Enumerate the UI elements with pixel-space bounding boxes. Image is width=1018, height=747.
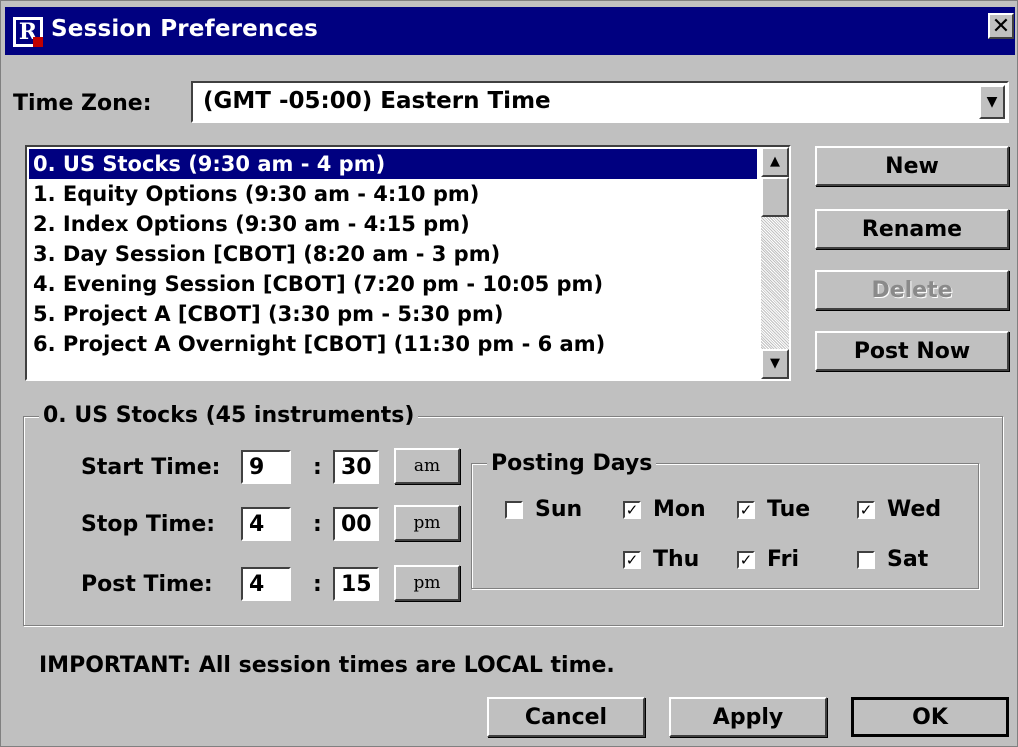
day-checkbox-sat[interactable] xyxy=(857,551,875,569)
delete-button[interactable]: Delete xyxy=(815,270,1009,310)
time-zone-label: Time Zone: xyxy=(13,91,152,116)
post-hour-input[interactable]: 4 xyxy=(241,567,291,601)
time-colon: : xyxy=(313,455,322,480)
day-label-thu: Thu xyxy=(653,547,700,572)
session-list-item[interactable]: 4. Evening Session [CBOT] (7:20 pm - 10:… xyxy=(29,269,757,299)
rename-button[interactable]: Rename xyxy=(815,209,1009,249)
session-list-item[interactable]: 1. Equity Options (9:30 am - 4:10 pm) xyxy=(29,179,757,209)
window-title: Session Preferences xyxy=(51,16,319,42)
day-checkbox-fri[interactable]: ✓ xyxy=(737,551,755,569)
scrollbar-thumb[interactable] xyxy=(761,177,789,217)
day-checkbox-thu[interactable]: ✓ xyxy=(623,551,641,569)
stop-ampm-toggle[interactable]: pm xyxy=(394,505,460,541)
day-label-sun: Sun xyxy=(535,497,583,522)
day-label-tue: Tue xyxy=(767,497,811,522)
start-hour-input[interactable]: 9 xyxy=(241,450,291,484)
session-list[interactable]: 0. US Stocks (9:30 am - 4 pm) 1. Equity … xyxy=(25,145,791,381)
close-icon[interactable]: ✕ xyxy=(988,13,1014,39)
post-time-label: Post Time: xyxy=(81,572,213,597)
stop-time-label: Stop Time: xyxy=(81,512,216,537)
local-time-note: IMPORTANT: All session times are LOCAL t… xyxy=(39,653,615,678)
session-list-item[interactable]: 2. Index Options (9:30 am - 4:15 pm) xyxy=(29,209,757,239)
apply-button[interactable]: Apply xyxy=(669,697,827,737)
cancel-button[interactable]: Cancel xyxy=(487,697,645,737)
post-minute-input[interactable]: 15 xyxy=(333,567,379,601)
day-label-mon: Mon xyxy=(653,497,706,522)
start-time-label: Start Time: xyxy=(81,455,221,480)
day-checkbox-tue[interactable]: ✓ xyxy=(737,501,755,519)
chevron-down-icon[interactable]: ▼ xyxy=(979,85,1005,119)
day-checkbox-wed[interactable]: ✓ xyxy=(857,501,875,519)
stop-minute-input[interactable]: 00 xyxy=(333,507,379,541)
session-list-item[interactable]: 3. Day Session [CBOT] (8:20 am - 3 pm) xyxy=(29,239,757,269)
session-list-item[interactable]: 6. Project A Overnight [CBOT] (11:30 pm … xyxy=(29,329,757,359)
stop-hour-input[interactable]: 4 xyxy=(241,507,291,541)
posting-days-title: Posting Days xyxy=(487,451,657,476)
time-colon: : xyxy=(313,512,322,537)
new-button[interactable]: New xyxy=(815,146,1009,186)
session-list-item[interactable]: 5. Project A [CBOT] (3:30 pm - 5:30 pm) xyxy=(29,299,757,329)
day-checkbox-sun[interactable] xyxy=(505,501,523,519)
ok-button[interactable]: OK xyxy=(851,697,1009,737)
app-logo-icon: R xyxy=(13,17,43,47)
session-details-title: 0. US Stocks (45 instruments) xyxy=(39,403,419,428)
session-list-item[interactable]: 0. US Stocks (9:30 am - 4 pm) xyxy=(29,149,757,179)
time-colon: : xyxy=(313,572,322,597)
session-preferences-window: R Session Preferences ✕ Time Zone: (GMT … xyxy=(0,0,1018,747)
day-label-wed: Wed xyxy=(887,497,942,522)
time-zone-value: (GMT -05:00) Eastern Time xyxy=(203,88,551,114)
scroll-up-icon[interactable]: ▲ xyxy=(761,147,789,177)
day-checkbox-mon[interactable]: ✓ xyxy=(623,501,641,519)
scroll-down-icon[interactable]: ▼ xyxy=(761,349,789,379)
post-ampm-toggle[interactable]: pm xyxy=(394,565,460,601)
day-label-sat: Sat xyxy=(887,547,929,572)
title-bar[interactable]: R Session Preferences xyxy=(5,7,1015,55)
post-now-button[interactable]: Post Now xyxy=(815,331,1009,371)
start-minute-input[interactable]: 30 xyxy=(333,450,379,484)
day-label-fri: Fri xyxy=(767,547,800,572)
time-zone-select[interactable]: (GMT -05:00) Eastern Time ▼ xyxy=(191,81,1009,123)
session-list-scrollbar[interactable]: ▲ ▼ xyxy=(761,147,789,379)
start-ampm-toggle[interactable]: am xyxy=(394,448,460,484)
